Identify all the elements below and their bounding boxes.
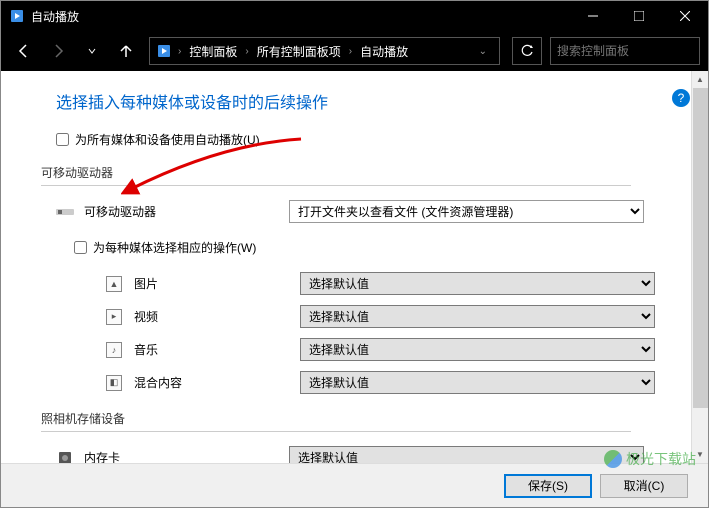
breadcrumb-item[interactable]: 控制面板: [183, 43, 243, 60]
removable-drive-row: 可移动驱动器 打开文件夹以查看文件 (文件资源管理器): [56, 200, 668, 223]
refresh-button[interactable]: [512, 37, 542, 65]
window: 自动播放 › 控制面板 › 所有控制面板项 › 自动播放 ⌄: [0, 0, 709, 508]
footer: 保存(S) 取消(C) 极光下载站: [1, 463, 708, 507]
memory-card-icon: [56, 451, 74, 464]
save-button[interactable]: 保存(S): [504, 474, 592, 498]
use-autoplay-checkbox[interactable]: [56, 133, 69, 146]
section-label-removable: 可移动驱动器: [41, 164, 668, 181]
memory-card-label: 内存卡: [84, 449, 289, 463]
use-autoplay-checkbox-row[interactable]: 为所有媒体和设备使用自动播放(U): [56, 131, 668, 148]
help-icon[interactable]: ?: [672, 89, 690, 107]
autoplay-icon: [154, 41, 174, 61]
videos-select[interactable]: 选择默认值: [300, 305, 655, 328]
memory-card-row: 内存卡 选择默认值: [56, 446, 668, 463]
memory-card-select[interactable]: 选择默认值: [289, 446, 644, 463]
scroll-thumb[interactable]: [693, 88, 708, 408]
removable-drive-select[interactable]: 打开文件夹以查看文件 (文件资源管理器): [289, 200, 644, 223]
removable-drive-label: 可移动驱动器: [84, 203, 289, 220]
media-label: 混合内容: [134, 374, 300, 391]
media-row-music: ♪ 音乐 选择默认值: [106, 338, 668, 361]
pictures-icon: ▲: [106, 276, 122, 292]
search-area: [550, 37, 700, 65]
media-label: 视频: [134, 308, 300, 325]
music-select[interactable]: 选择默认值: [300, 338, 655, 361]
mixed-select[interactable]: 选择默认值: [300, 371, 655, 394]
use-autoplay-label: 为所有媒体和设备使用自动播放(U): [75, 131, 260, 148]
navbar: › 控制面板 › 所有控制面板项 › 自动播放 ⌄: [1, 31, 708, 71]
media-label: 图片: [134, 275, 300, 292]
removable-drive-icon: [56, 205, 74, 219]
section-label-camera: 照相机存储设备: [41, 410, 668, 427]
scrollbar[interactable]: ▲ ▼: [691, 71, 708, 463]
forward-button[interactable]: [43, 36, 73, 66]
choose-each-checkbox-row[interactable]: 为每种媒体选择相应的操作(W): [74, 239, 668, 256]
window-title: 自动播放: [31, 8, 570, 25]
choose-each-label: 为每种媒体选择相应的操作(W): [93, 239, 256, 256]
choose-each-checkbox[interactable]: [74, 241, 87, 254]
cancel-button[interactable]: 取消(C): [600, 474, 688, 498]
maximize-button[interactable]: [616, 1, 662, 31]
minimize-button[interactable]: [570, 1, 616, 31]
search-input[interactable]: [551, 44, 709, 58]
media-row-pictures: ▲ 图片 选择默认值: [106, 272, 668, 295]
mixed-icon: ◧: [106, 375, 122, 391]
media-row-videos: ▸ 视频 选择默认值: [106, 305, 668, 328]
recent-dropdown[interactable]: [77, 36, 107, 66]
chevron-right-icon: ›: [243, 46, 250, 57]
scroll-down-icon[interactable]: ▼: [692, 446, 708, 463]
breadcrumb-item[interactable]: 自动播放: [354, 43, 414, 60]
chevron-right-icon: ›: [176, 46, 183, 57]
titlebar: 自动播放: [1, 1, 708, 31]
divider: [41, 431, 631, 432]
music-icon: ♪: [106, 342, 122, 358]
window-controls: [570, 1, 708, 31]
media-label: 音乐: [134, 341, 300, 358]
chevron-down-icon[interactable]: ⌄: [471, 46, 495, 57]
content-area: ? 选择插入每种媒体或设备时的后续操作 为所有媒体和设备使用自动播放(U) 可移…: [1, 71, 708, 463]
breadcrumb[interactable]: › 控制面板 › 所有控制面板项 › 自动播放 ⌄: [149, 37, 500, 65]
scroll-up-icon[interactable]: ▲: [692, 71, 708, 88]
pictures-select[interactable]: 选择默认值: [300, 272, 655, 295]
media-row-mixed: ◧ 混合内容 选择默认值: [106, 371, 668, 394]
videos-icon: ▸: [106, 309, 122, 325]
back-button[interactable]: [9, 36, 39, 66]
page-title: 选择插入每种媒体或设备时的后续操作: [56, 89, 668, 113]
divider: [41, 185, 631, 186]
chevron-right-icon: ›: [347, 46, 354, 57]
autoplay-icon: [9, 8, 25, 24]
breadcrumb-item[interactable]: 所有控制面板项: [251, 43, 347, 60]
close-button[interactable]: [662, 1, 708, 31]
up-button[interactable]: [111, 36, 141, 66]
